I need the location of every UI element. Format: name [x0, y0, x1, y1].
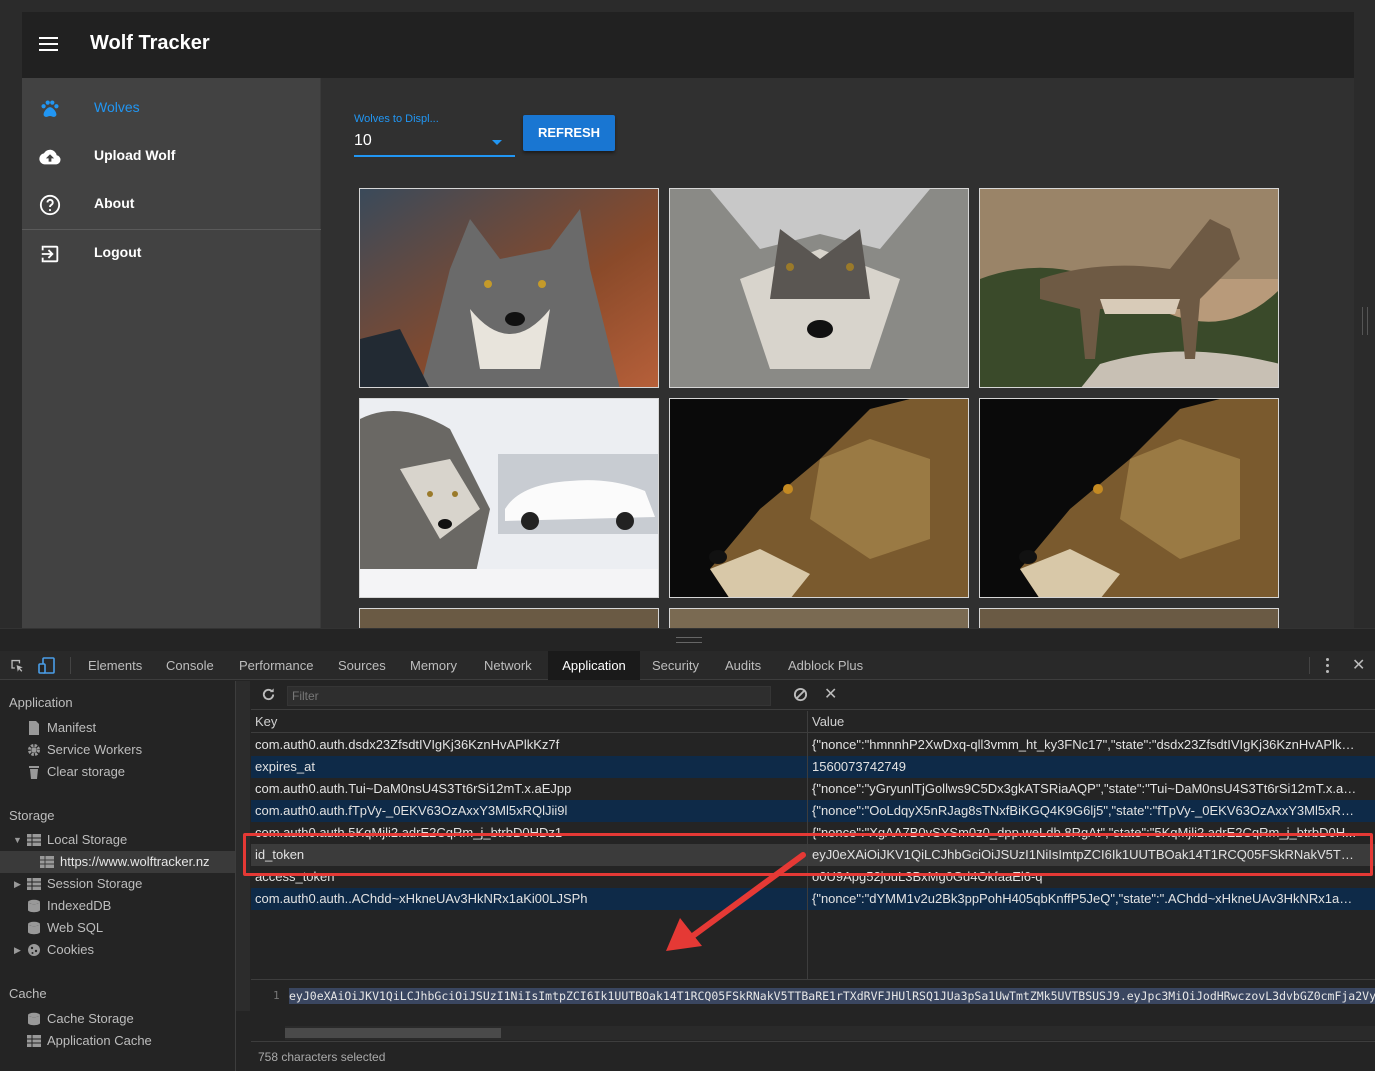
expand-arrow-icon[interactable]: ▼ — [13, 829, 22, 851]
highlight-box — [243, 833, 1373, 876]
dropdown-arrow-icon[interactable] — [492, 140, 502, 145]
table-row[interactable]: com.auth0.auth.dsdx23ZfsdtIVIgKj36KznHvA… — [251, 734, 1375, 756]
splitter-grip[interactable] — [676, 637, 702, 643]
trash-icon — [29, 766, 39, 779]
horizontal-scrollbar[interactable] — [285, 1026, 1375, 1040]
wolf-image[interactable] — [669, 608, 969, 628]
tab-audits[interactable]: Audits — [725, 651, 761, 680]
editor-gutter: 1 — [251, 980, 285, 1042]
toolbar-separator — [70, 657, 71, 674]
database-icon — [28, 899, 40, 913]
wolf-image[interactable] — [359, 188, 659, 388]
tab-performance[interactable]: Performance — [239, 651, 313, 680]
gear-icon — [28, 744, 40, 756]
table-row[interactable]: com.auth0.auth..AChdd~xHkneUAv3HkNRx1aKi… — [251, 888, 1375, 910]
cloud-upload-icon — [39, 149, 61, 165]
column-header-value[interactable]: Value — [812, 714, 844, 729]
wolf-image[interactable] — [979, 188, 1279, 388]
tab-adblock-plus[interactable]: Adblock Plus — [788, 651, 863, 680]
app-frame: Wolf Tracker Wolves Upload Wolf About Lo… — [0, 0, 1375, 628]
expand-arrow-icon[interactable]: ▶ — [14, 873, 21, 895]
delete-selected-icon[interactable]: ✕ — [824, 684, 837, 704]
table-row[interactable]: expires_at 1560073742749 — [251, 756, 1375, 778]
refresh-button[interactable]: REFRESH — [523, 115, 615, 151]
clear-all-icon[interactable] — [793, 687, 808, 702]
app-bar: Wolf Tracker — [22, 12, 1354, 78]
table-icon — [27, 834, 41, 846]
wolf-image[interactable] — [979, 608, 1279, 628]
application-sidebar: Application Manifest Service Workers Cle… — [0, 681, 236, 1071]
wolf-image[interactable] — [669, 398, 969, 598]
nav-label-logout: Logout — [94, 244, 142, 260]
document-icon — [29, 721, 39, 735]
close-icon[interactable]: ✕ — [1352, 658, 1365, 674]
table-row[interactable]: com.auth0.auth.Tui~DaM0nsU4S3Tt6rSi12mT.… — [251, 778, 1375, 800]
table-icon — [27, 1035, 41, 1047]
resize-handle[interactable] — [1362, 307, 1368, 335]
nav-item-upload-wolf[interactable]: Upload Wolf — [22, 132, 321, 180]
expand-arrow-icon[interactable]: ▶ — [14, 939, 21, 961]
tab-application[interactable]: Application — [548, 651, 640, 680]
status-text: 758 characters selected — [258, 1050, 386, 1064]
app-title: Wolf Tracker — [90, 32, 210, 54]
line-number: 1 — [273, 989, 280, 1002]
nav-label-wolves: Wolves — [94, 99, 140, 115]
tab-console[interactable]: Console — [166, 651, 214, 680]
nav-item-logout[interactable]: Logout — [22, 229, 321, 277]
exit-icon — [41, 245, 59, 263]
nav-item-about[interactable]: About — [22, 180, 321, 228]
status-bar: 758 characters selected — [251, 1041, 1375, 1071]
tab-elements[interactable]: Elements — [88, 651, 142, 680]
section-application: Application — [9, 695, 73, 710]
select-label: Wolves to Displ... — [354, 113, 439, 125]
app-body: Wolves Upload Wolf About Logout Wolves t… — [22, 78, 1354, 628]
database-icon — [28, 1012, 40, 1026]
nav-item-wolves[interactable]: Wolves — [22, 84, 321, 132]
scrollbar-thumb[interactable] — [285, 1028, 501, 1038]
table-header: Key Value — [251, 711, 1375, 733]
menu-icon[interactable] — [39, 37, 58, 52]
cookie-icon — [28, 944, 40, 956]
tab-security[interactable]: Security — [652, 651, 699, 680]
nav-label-upload-wolf: Upload Wolf — [94, 147, 176, 163]
devtools-toolbar: Elements Console Performance Sources Mem… — [0, 651, 1375, 680]
tab-memory[interactable]: Memory — [410, 651, 457, 680]
storage-toolbar: Filter ✕ — [251, 681, 1375, 710]
table-row[interactable]: com.auth0.auth.fTpVy-_0EKV63OzAxxY3Ml5xR… — [251, 800, 1375, 822]
refresh-icon[interactable] — [261, 687, 276, 702]
more-vertical-icon[interactable] — [1326, 658, 1330, 674]
select-underline — [354, 155, 515, 157]
column-header-key[interactable]: Key — [255, 714, 277, 729]
value-editor[interactable]: 1 eyJ0eXAiOiJKV1QiLCJhbGciOiJSUzI1NiIsIm… — [251, 979, 1375, 1042]
wolf-image[interactable] — [979, 398, 1279, 598]
table-icon — [27, 878, 41, 890]
wolf-image[interactable] — [359, 608, 659, 628]
toolbar-separator — [1309, 657, 1310, 674]
sidebar-item-origin-selected[interactable]: https://www.wolftracker.nz — [0, 851, 235, 873]
origin-label: https://www.wolftracker.nz — [60, 854, 210, 869]
table-icon — [40, 856, 54, 868]
sidebar: Wolves Upload Wolf About Logout — [22, 78, 321, 628]
section-storage: Storage — [9, 808, 55, 823]
local-storage-view: Filter ✕ Key Value com.auth0.auth.dsdx23… — [251, 681, 1375, 1071]
database-icon — [28, 921, 40, 935]
wolf-image[interactable] — [669, 188, 969, 388]
help-circle-icon — [39, 194, 61, 216]
select-value[interactable]: 10 — [354, 132, 372, 150]
nav-label-about: About — [94, 195, 135, 211]
inspect-element-icon[interactable] — [10, 659, 25, 673]
main-content: Wolves to Displ... 10 REFRESH — [322, 78, 1354, 628]
editor-text[interactable]: eyJ0eXAiOiJKV1QiLCJhbGciOiJSUzI1NiIsImtp… — [289, 988, 1375, 1004]
tab-network[interactable]: Network — [484, 651, 532, 680]
paw-icon — [41, 100, 59, 117]
section-cache: Cache — [9, 986, 47, 1001]
device-toolbar-icon[interactable] — [38, 657, 56, 674]
filter-input[interactable]: Filter — [287, 686, 771, 706]
tab-sources[interactable]: Sources — [338, 651, 386, 680]
devtools-splitter[interactable] — [0, 628, 1375, 651]
wolf-image[interactable] — [359, 398, 659, 598]
